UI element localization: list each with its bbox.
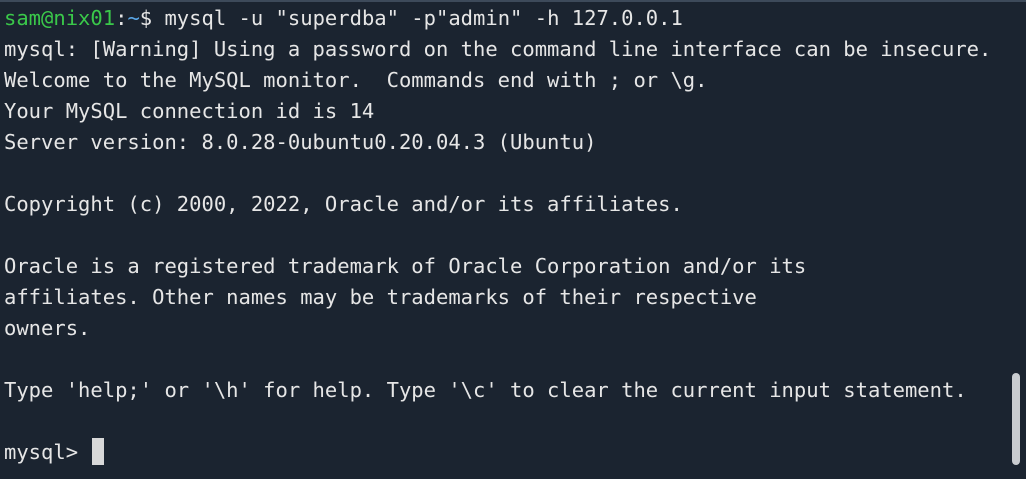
text-cursor [92,438,105,465]
window-border [0,0,1026,2]
command-text: mysql -u "superdba" -p"admin" -h 127.0.0… [152,6,683,30]
prompt-separator: : [115,6,128,30]
output-line: Type 'help;' or '\h' for help. Type '\c'… [4,378,967,402]
prompt-user-host: sam@nix01 [4,6,116,30]
terminal-window[interactable]: sam@nix01:~$ mysql -u "superdba" -p"admi… [0,0,1026,479]
mysql-input-line[interactable]: mysql> [4,437,1026,468]
mysql-prompt: mysql> [4,440,91,464]
shell-command-line: sam@nix01:~$ mysql -u "superdba" -p"admi… [4,3,1026,34]
output-line: Oracle is a registered trademark of Orac… [4,254,807,278]
output-line: affiliates. Other names may be trademark… [4,285,757,309]
prompt-symbol: $ [139,6,153,30]
output-line: owners. [4,316,91,340]
output-line: Server version: 8.0.28-0ubuntu0.20.04.3 … [4,130,597,154]
scrollbar-thumb[interactable] [1012,373,1020,465]
output-line: Your MySQL connection id is 14 [4,99,375,123]
prompt-path: ~ [127,6,140,30]
output-line: Copyright (c) 2000, 2022, Oracle and/or … [4,192,683,216]
output-line: Welcome to the MySQL monitor. Commands e… [4,68,708,92]
output-line: mysql: [Warning] Using a password on the… [4,37,992,61]
